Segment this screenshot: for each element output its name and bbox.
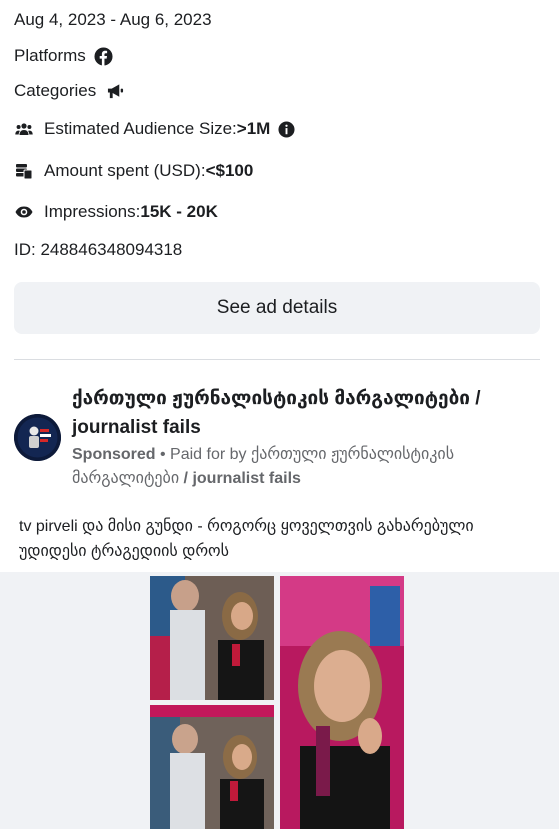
date-range-text: Aug 4, 2023 - Aug 6, 2023 bbox=[14, 10, 212, 29]
date-range: Aug 4, 2023 - Aug 6, 2023 bbox=[14, 10, 212, 30]
see-ad-details-button[interactable]: See ad details bbox=[14, 282, 540, 334]
ad-media[interactable] bbox=[0, 572, 559, 829]
facebook-icon bbox=[94, 46, 114, 66]
amount-value: <$100 bbox=[205, 161, 254, 180]
ad-id-row: ID: 248846348094318 bbox=[14, 240, 182, 260]
audience-icon bbox=[14, 119, 34, 139]
ad-id: ID: 248846348094318 bbox=[14, 240, 183, 259]
audience-row: Estimated Audience Size: >1M bbox=[14, 119, 296, 139]
ad-image-3[interactable] bbox=[280, 576, 404, 829]
impressions-row: Impressions: 15K - 20K bbox=[14, 202, 218, 222]
divider bbox=[14, 359, 540, 360]
ad-image-1[interactable] bbox=[150, 576, 274, 700]
paid-by-suffix: / journalist fails bbox=[179, 470, 301, 487]
eye-icon bbox=[14, 202, 34, 222]
page-name[interactable]: ქართული ჟურნალისტიკის მარგალიტები / jour… bbox=[72, 384, 532, 442]
impressions-value: 15K - 20K bbox=[140, 202, 218, 221]
ad-body-text: tv pirveli და მისი გუნდი - როგორც ყოველთ… bbox=[19, 518, 474, 560]
ad-image-2[interactable] bbox=[150, 705, 274, 829]
paid-for-prefix: • Paid for by bbox=[155, 446, 251, 463]
megaphone-icon bbox=[105, 81, 125, 101]
audience-value: >1M bbox=[236, 119, 271, 138]
money-icon bbox=[14, 161, 34, 181]
amount-label: Amount spent (USD): bbox=[44, 161, 206, 180]
info-icon[interactable] bbox=[276, 119, 296, 139]
sponsored-label: Sponsored bbox=[72, 446, 156, 463]
categories-row: Categories bbox=[14, 81, 125, 101]
page-avatar[interactable] bbox=[14, 414, 61, 461]
categories-label: Categories bbox=[14, 81, 97, 100]
audience-label: Estimated Audience Size: bbox=[44, 119, 237, 138]
platforms-row: Platforms bbox=[14, 46, 114, 66]
impressions-label: Impressions: bbox=[44, 202, 141, 221]
sponsored-line: Sponsored • Paid for by ქართული ჟურნალის… bbox=[72, 443, 532, 491]
platforms-label: Platforms bbox=[14, 46, 86, 65]
amount-row: Amount spent (USD): <$100 bbox=[14, 161, 253, 181]
